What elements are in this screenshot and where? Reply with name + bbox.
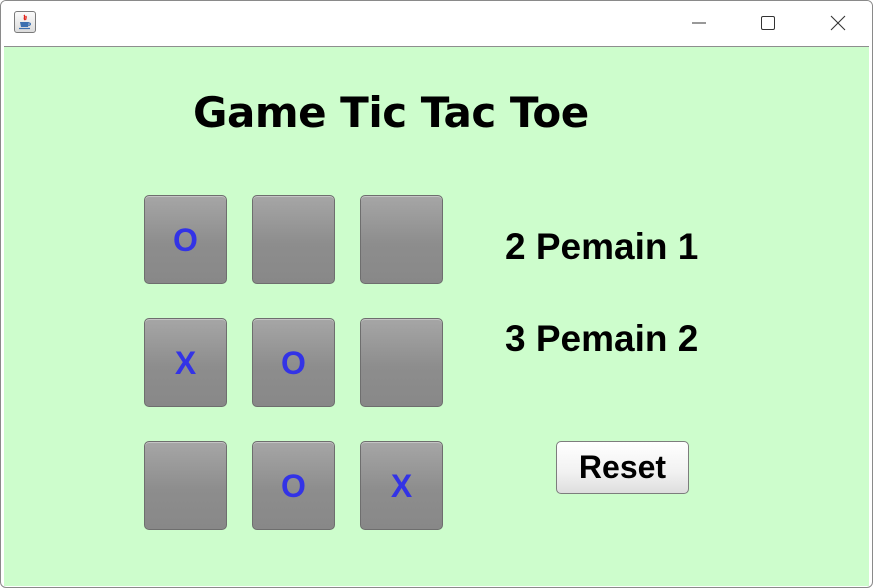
game-title: Game Tic Tac Toe — [193, 88, 589, 137]
player2-score: 3 Pemain 2 — [505, 318, 699, 359]
reset-button[interactable]: Reset — [556, 441, 689, 494]
board-cell-2[interactable] — [252, 195, 335, 284]
board-cell-6[interactable] — [360, 318, 443, 407]
app-window: Game Tic Tac Toe O X O O X 2 Pemain 1 3 … — [0, 0, 873, 588]
board-cell-9[interactable]: X — [360, 441, 443, 530]
player1-score: 2 Pemain 1 — [505, 226, 699, 267]
maximize-button[interactable] — [745, 1, 791, 45]
close-icon — [830, 15, 846, 31]
board-cell-7[interactable] — [144, 441, 227, 530]
board-cell-4[interactable]: X — [144, 318, 227, 407]
java-coffee-cup-icon[interactable] — [14, 11, 36, 33]
board-cell-1[interactable]: O — [144, 195, 227, 284]
maximize-icon — [761, 16, 775, 30]
close-button[interactable] — [815, 1, 861, 45]
minimize-icon — [692, 22, 706, 24]
board-cell-8[interactable]: O — [252, 441, 335, 530]
game-panel: Game Tic Tac Toe O X O O X 2 Pemain 1 3 … — [4, 46, 869, 586]
board-cell-3[interactable] — [360, 195, 443, 284]
minimize-button[interactable] — [676, 1, 722, 45]
title-bar[interactable] — [1, 1, 872, 45]
board-cell-5[interactable]: O — [252, 318, 335, 407]
